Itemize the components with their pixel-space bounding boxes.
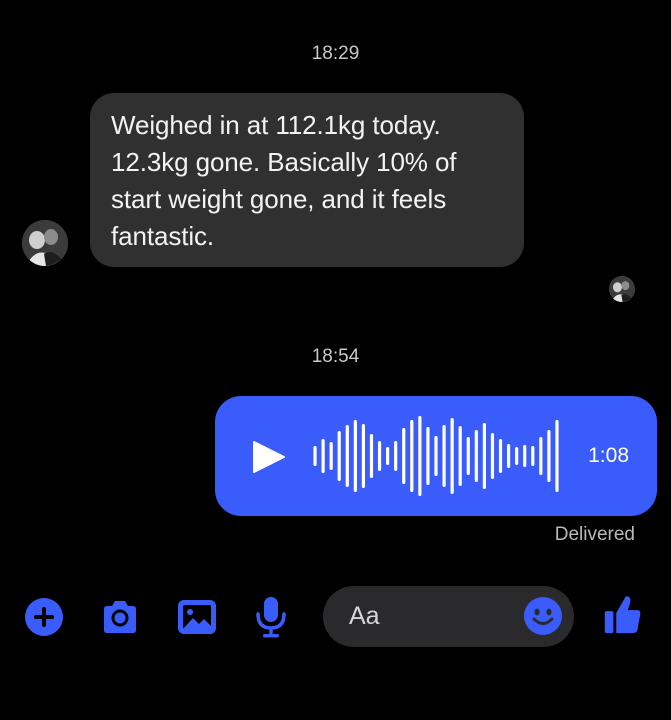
- waveform-bar: [329, 442, 333, 470]
- seen-avatar: [609, 276, 635, 302]
- waveform-bar: [474, 430, 478, 482]
- waveform-bar: [418, 416, 422, 496]
- waveform-bar: [386, 447, 390, 465]
- microphone-icon[interactable]: [249, 595, 293, 639]
- waveform-bar: [321, 439, 325, 473]
- camera-icon[interactable]: [98, 595, 142, 639]
- incoming-message-bubble[interactable]: Weighed in at 112.1kg today. 12.3kg gone…: [90, 93, 524, 267]
- incoming-message-text: Weighed in at 112.1kg today. 12.3kg gone…: [111, 110, 457, 251]
- waveform-bar: [506, 444, 511, 468]
- message-composer[interactable]: [323, 586, 574, 647]
- waveform-bar: [353, 420, 357, 492]
- message-input[interactable]: [349, 586, 519, 647]
- waveform-bar: [547, 430, 551, 482]
- waveform-bar: [555, 420, 559, 492]
- timestamp: 18:29: [311, 43, 360, 64]
- waveform-bar: [490, 433, 495, 479]
- plus-icon[interactable]: [22, 595, 66, 639]
- waveform-bar: [434, 436, 438, 476]
- audio-waveform[interactable]: [311, 414, 561, 498]
- waveform-bar: [426, 427, 430, 485]
- waveform-bar: [402, 428, 406, 484]
- waveform-bar: [345, 425, 349, 487]
- voice-duration: 1:08: [588, 444, 629, 467]
- waveform-bar: [450, 418, 454, 494]
- sender-avatar[interactable]: [22, 220, 68, 266]
- waveform-bar: [394, 441, 398, 471]
- waveform-bar: [523, 445, 527, 467]
- thumbs-up-icon[interactable]: [600, 592, 644, 636]
- waveform-bar: [482, 423, 486, 489]
- waveform-bar: [377, 441, 382, 471]
- waveform-bar: [369, 434, 374, 478]
- waveform-bar: [498, 439, 503, 473]
- waveform-bar: [458, 426, 462, 486]
- emoji-icon[interactable]: [523, 596, 563, 636]
- waveform-bar: [361, 424, 366, 488]
- voice-message-bubble[interactable]: 1:08: [215, 396, 657, 516]
- waveform-bar: [410, 420, 414, 492]
- play-icon[interactable]: [251, 440, 287, 474]
- photo-icon[interactable]: [175, 595, 219, 639]
- delivery-status: Delivered: [554, 524, 635, 545]
- waveform-bar: [442, 425, 446, 487]
- waveform-bar: [539, 437, 543, 475]
- waveform-bar: [313, 446, 317, 466]
- waveform-bar: [337, 431, 341, 481]
- waveform-bar: [531, 446, 535, 466]
- timestamp: 18:54: [311, 346, 360, 367]
- waveform-bar: [466, 437, 470, 475]
- waveform-bar: [515, 447, 519, 465]
